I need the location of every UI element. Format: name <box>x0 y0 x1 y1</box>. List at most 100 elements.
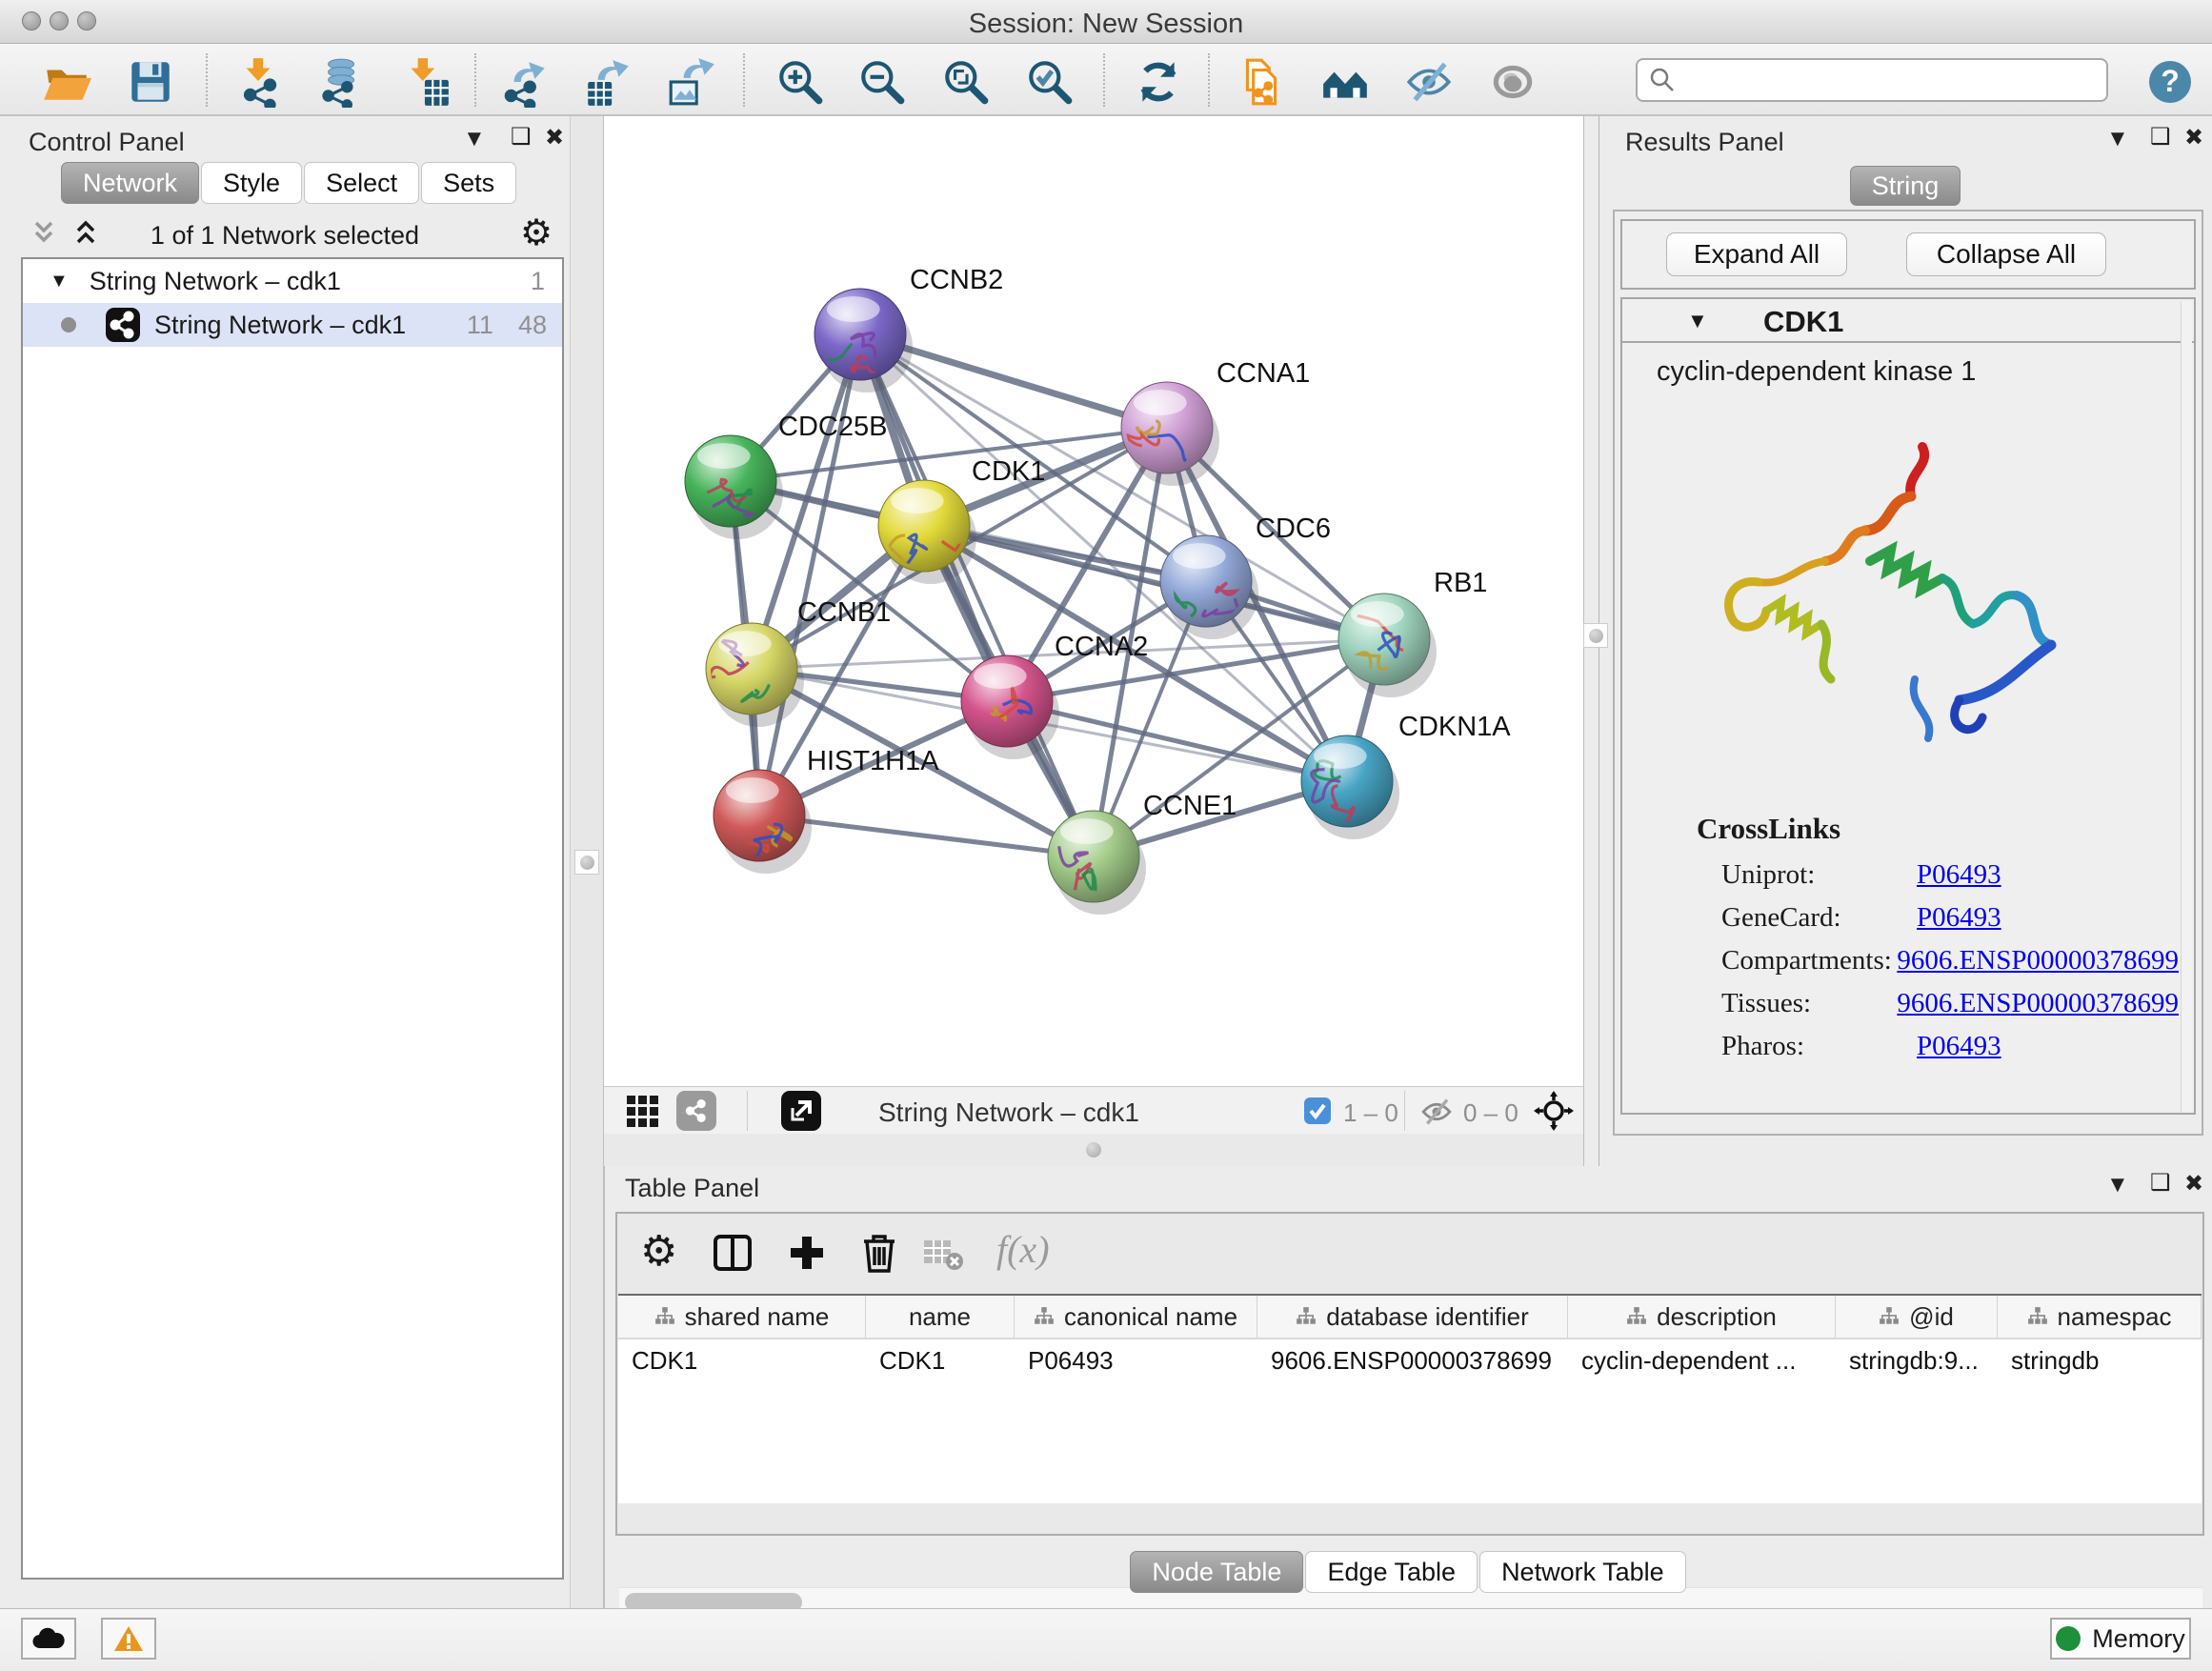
import-network-database-button[interactable] <box>312 55 366 109</box>
home-view-button[interactable] <box>1318 55 1372 109</box>
crosslink-link[interactable]: P06493 <box>1917 859 2001 891</box>
network-edge[interactable] <box>860 334 1094 856</box>
network-row-selected[interactable]: String Network – cdk1 11 48 <box>23 303 562 347</box>
hide-selected-button[interactable] <box>1402 55 1456 109</box>
column-type-icon <box>654 1306 675 1327</box>
crosslink-link[interactable]: P06493 <box>1917 902 2001 934</box>
tab-network-table[interactable]: Network Table <box>1479 1551 1686 1593</box>
fit-selected-button[interactable] <box>1534 1091 1574 1136</box>
show-columns-button[interactable] <box>711 1231 754 1279</box>
refresh-button[interactable] <box>1132 55 1185 109</box>
table-cell[interactable]: stringdb <box>1998 1339 2202 1381</box>
control-panel-undock-button[interactable]: ❑ <box>511 126 532 149</box>
open-session-button[interactable] <box>40 55 93 109</box>
network-view-mode-button[interactable] <box>676 1091 716 1131</box>
crosslink-label: Pharos: <box>1721 1031 1917 1062</box>
horizontal-splitter[interactable] <box>604 1134 1584 1166</box>
import-network-file-button[interactable] <box>232 55 286 109</box>
network-list: ▼ String Network – cdk1 1 String Network… <box>21 257 564 1580</box>
zoom-selected-button[interactable] <box>1023 55 1076 109</box>
results-panel-undock-button[interactable]: ❑ <box>2150 126 2171 149</box>
warnings-button[interactable] <box>101 1618 156 1660</box>
tab-select[interactable]: Select <box>304 162 419 204</box>
search-input[interactable] <box>1636 58 2108 102</box>
zoom-out-button[interactable] <box>855 55 909 109</box>
zoom-fit-icon <box>940 56 992 108</box>
grid-mode-button[interactable] <box>623 1092 663 1137</box>
create-column-button[interactable] <box>785 1231 829 1279</box>
tab-string-results[interactable]: String <box>1850 166 1961 206</box>
memory-button[interactable]: Memory <box>2050 1618 2191 1660</box>
zoom-in-button[interactable] <box>774 55 827 109</box>
table-cell[interactable]: P06493 <box>1015 1339 1257 1381</box>
crosslink-link[interactable]: 9606.ENSP00000378699 <box>1897 945 2179 976</box>
table-cell[interactable]: CDK1 <box>618 1339 866 1381</box>
left-splitter[interactable] <box>570 116 604 1608</box>
results-panel-close-button[interactable]: ✖ <box>2184 127 2203 150</box>
node-label-CDC6: CDC6 <box>1256 513 1331 544</box>
crosslink-link[interactable]: P06493 <box>1917 1031 2001 1062</box>
help-button[interactable]: ? <box>2143 55 2197 109</box>
export-network-button[interactable] <box>499 55 553 109</box>
table-header-row: shared namenamecanonical namedatabase id… <box>618 1296 2202 1339</box>
collection-collapse-caret-icon[interactable]: ▼ <box>50 271 69 292</box>
tab-edge-table[interactable]: Edge Table <box>1305 1551 1478 1593</box>
table-cell[interactable]: CDK1 <box>866 1339 1015 1381</box>
crosslink-row: Compartments:9606.ENSP00000378699 <box>1721 939 2179 982</box>
table-panel-undock-button[interactable]: ❑ <box>2150 1172 2171 1195</box>
table-body: CDK1CDK1P064939606.ENSP00000378699cyclin… <box>618 1339 2202 1381</box>
column-header-database-identifier[interactable]: database identifier <box>1257 1296 1568 1338</box>
tab-network[interactable]: Network <box>61 162 199 204</box>
left-splitter-handle[interactable] <box>574 850 599 875</box>
network-canvas[interactable]: CCNB2CCNA1CDC25BCDK1CDC6RB1CCNB1CCNA2CDK… <box>604 116 1584 1086</box>
eye-gray-icon <box>1487 56 1538 108</box>
table-cell[interactable]: 9606.ENSP00000378699 <box>1257 1339 1568 1381</box>
column-header-@id[interactable]: @id <box>1836 1296 1998 1338</box>
search-field[interactable] <box>1676 65 2076 96</box>
tab-node-table[interactable]: Node Table <box>1130 1551 1303 1593</box>
expand-all-button[interactable]: Expand All <box>1666 232 1847 276</box>
trash-icon <box>857 1231 901 1275</box>
results-panel-float-button[interactable]: ▼ <box>2106 128 2129 151</box>
table-options-gear-icon[interactable]: ⚙ <box>640 1227 677 1276</box>
column-header-name[interactable]: name <box>866 1296 1015 1338</box>
network-options-gear-icon[interactable]: ⚙ <box>520 211 553 254</box>
save-session-button[interactable] <box>124 55 177 109</box>
table-row[interactable]: CDK1CDK1P064939606.ENSP00000378699cyclin… <box>618 1339 2202 1381</box>
cloud-status-button[interactable] <box>21 1618 76 1660</box>
network-collection-row[interactable]: ▼ String Network – cdk1 1 <box>23 259 562 303</box>
open-in-window-button[interactable] <box>781 1091 821 1131</box>
collapse-all-button[interactable]: Collapse All <box>1906 232 2106 276</box>
selected-checkbox[interactable] <box>1303 1097 1332 1130</box>
delete-table-button[interactable] <box>922 1237 964 1278</box>
column-type-icon <box>1296 1306 1317 1327</box>
function-builder-button[interactable]: f(x) <box>996 1227 1050 1272</box>
table-panel-float-button[interactable]: ▼ <box>2106 1174 2129 1197</box>
network-edge[interactable] <box>759 334 860 815</box>
export-image-button[interactable] <box>665 55 718 109</box>
table-cell[interactable]: cyclin-dependent ... <box>1568 1339 1836 1381</box>
control-panel-close-button[interactable]: ✖ <box>545 127 564 150</box>
tab-style[interactable]: Style <box>201 162 302 204</box>
horizontal-splitter-handle[interactable] <box>1086 1142 1101 1158</box>
table-panel-close-button[interactable]: ✖ <box>2184 1173 2203 1196</box>
import-table-file-button[interactable] <box>400 55 453 109</box>
main-toolbar: ? <box>0 44 2212 116</box>
results-scrollbar[interactable] <box>2181 301 2192 1113</box>
column-header-namespac[interactable]: namespac <box>1998 1296 2202 1338</box>
table-cell[interactable]: stringdb:9... <box>1836 1339 1998 1381</box>
annotations-button[interactable] <box>1235 55 1288 109</box>
tab-sets[interactable]: Sets <box>421 162 516 204</box>
delete-column-button[interactable] <box>857 1231 901 1279</box>
control-panel-float-button[interactable]: ▼ <box>463 128 486 151</box>
column-header-description[interactable]: description <box>1568 1296 1836 1338</box>
zoom-fit-button[interactable] <box>939 55 993 109</box>
column-header-shared-name[interactable]: shared name <box>618 1296 866 1338</box>
export-table-button[interactable] <box>581 55 634 109</box>
crosslinks-heading: CrossLinks <box>1697 812 1840 846</box>
show-all-button[interactable] <box>1486 55 1539 109</box>
crosslink-link[interactable]: 9606.ENSP00000378699 <box>1897 988 2179 1019</box>
right-splitter-handle[interactable] <box>1583 623 1608 648</box>
gene-collapse-caret-icon[interactable]: ▼ <box>1687 309 1708 333</box>
column-header-canonical-name[interactable]: canonical name <box>1015 1296 1257 1338</box>
